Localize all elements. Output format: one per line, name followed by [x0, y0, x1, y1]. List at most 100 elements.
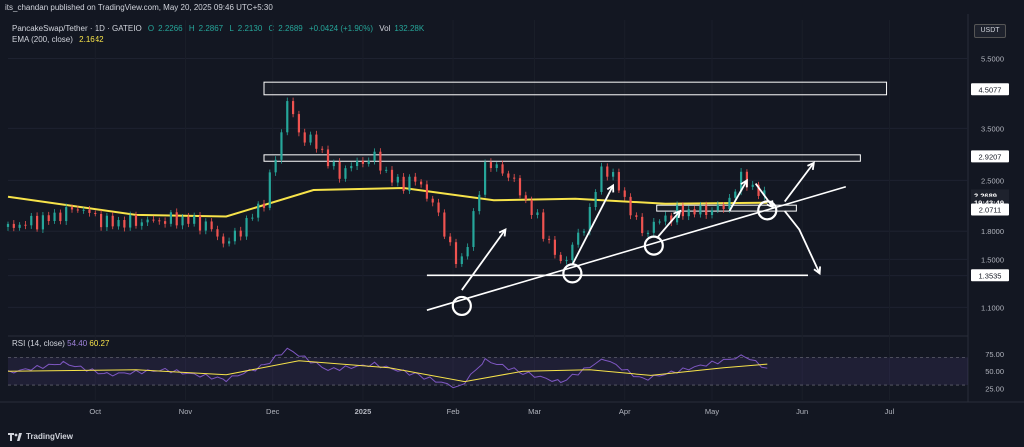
price-tick-label: 1.1000 [981, 303, 1004, 312]
candle-body [443, 212, 446, 237]
candle-body [437, 202, 440, 213]
rsi-tick-label: 50.00 [985, 367, 1004, 376]
price-mark-label: 1.3535 [979, 271, 1002, 280]
candle-body [501, 164, 504, 174]
candle-body [559, 254, 562, 262]
candle-body [152, 219, 155, 221]
candle-body [187, 216, 190, 224]
candle-body [59, 212, 62, 222]
candle-body [408, 176, 411, 191]
rsi-label: RSI (14, close) [12, 339, 65, 348]
candle-body [635, 215, 638, 217]
candle-body [338, 161, 341, 179]
candle-body [181, 216, 184, 226]
time-tick-label: Oct [89, 407, 102, 416]
candle-body [542, 212, 545, 239]
candle-body [483, 162, 487, 195]
candle-body [641, 216, 644, 234]
candle-body [699, 205, 702, 215]
candle-body [425, 184, 429, 199]
candle-body [41, 215, 45, 230]
candle-body [646, 232, 650, 234]
candle-body [65, 207, 68, 222]
candle-body [350, 166, 353, 169]
candle-body [198, 215, 202, 231]
candle-body [175, 212, 178, 226]
resistance-zone [263, 154, 861, 162]
candle-body [227, 241, 231, 244]
chart-frame: its_chandan published on TradingView.com… [0, 0, 1024, 447]
time-tick-label: 2025 [355, 407, 372, 416]
candle-body [716, 204, 719, 211]
brand-footer[interactable]: TradingView [8, 432, 73, 441]
resistance-zone [263, 81, 888, 96]
candle-body [297, 114, 301, 133]
candle-body [373, 151, 376, 161]
candle-body [385, 169, 388, 171]
candle-body [88, 209, 91, 213]
candle-body [728, 197, 731, 210]
candle-body [449, 236, 452, 243]
candle-body [524, 195, 527, 200]
candle-body [146, 219, 149, 223]
candle-body [326, 149, 330, 167]
candle-body [280, 132, 283, 160]
candle-body [309, 134, 312, 143]
brand-name: TradingView [26, 432, 73, 441]
candle-body [30, 215, 33, 226]
candle-body [233, 230, 237, 242]
candle-body [367, 160, 370, 164]
candle-body [693, 209, 696, 215]
time-tick-label: Jul [885, 407, 895, 416]
candle-body [140, 222, 143, 226]
candle-body [454, 242, 458, 264]
candle-body [361, 160, 365, 164]
candle-body [245, 218, 248, 237]
price-tick-label: 1.8000 [981, 227, 1004, 236]
candle-body [111, 215, 114, 227]
arrow-path [656, 210, 681, 239]
candle-body [239, 230, 242, 237]
candle-body [582, 231, 586, 233]
time-tick-label: Dec [266, 407, 280, 416]
time-tick-label: Feb [447, 407, 460, 416]
candle-body [291, 101, 295, 115]
chart-svg[interactable]: 5.50003.50002.50001.80001.50001.35001.10… [0, 0, 1024, 447]
candle-body [123, 220, 126, 228]
candle-body [158, 220, 161, 222]
time-tick-label: Apr [619, 407, 631, 416]
candle-body [134, 214, 138, 226]
candle-body [76, 209, 79, 211]
candle-body [606, 166, 609, 177]
candle-body [94, 212, 97, 214]
candle-body [344, 168, 347, 179]
candle-body [315, 134, 318, 149]
candle-body [594, 191, 597, 207]
candle-body [478, 194, 481, 212]
candle-body [536, 212, 539, 215]
candle-body [24, 224, 27, 226]
candle-body [82, 209, 85, 211]
candle-body [117, 220, 120, 227]
candle-body [705, 205, 708, 215]
candle-body [332, 161, 335, 167]
arrow-path [571, 185, 614, 266]
candle-body [687, 209, 690, 217]
price-mark-label: 2.0711 [979, 206, 1001, 215]
candle-body [565, 260, 568, 262]
candle-body [600, 166, 603, 192]
rsi-layer [7, 347, 968, 389]
candle-body [629, 196, 632, 216]
candle-body [553, 239, 557, 255]
candle-body [652, 221, 655, 233]
rsi-legend[interactable]: RSI (14, close) 54.40 60.27 [12, 339, 109, 348]
candle-body [355, 160, 359, 167]
rsi-ma-value: 60.27 [89, 339, 110, 348]
time-tick-label: Nov [179, 407, 193, 416]
candle-body [204, 221, 207, 231]
price-mark-label: 2.9207 [979, 152, 1002, 161]
candle-body [262, 203, 266, 208]
candle-body [286, 101, 289, 133]
candle-body [623, 190, 626, 197]
candle-body [751, 184, 754, 187]
